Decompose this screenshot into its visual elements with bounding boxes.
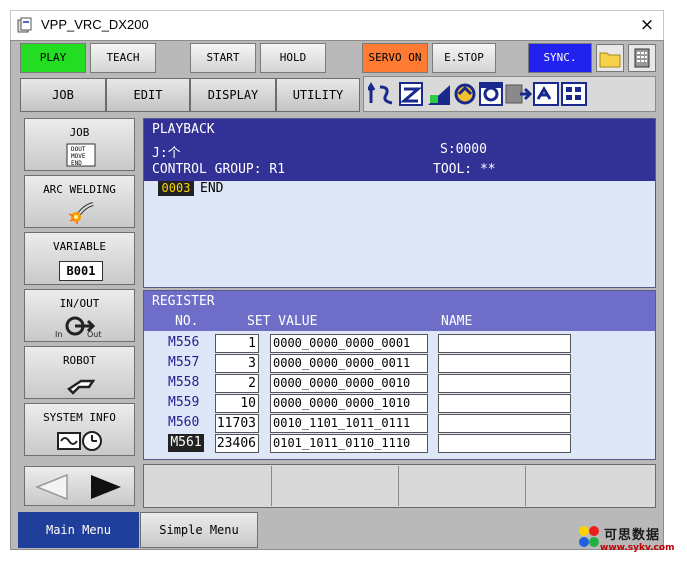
- status-cell: [272, 466, 399, 506]
- cycle-icon[interactable]: [452, 81, 478, 107]
- sidebar-item-label: JOB: [69, 126, 90, 139]
- register-value-field[interactable]: 0000_0000_0000_0010: [270, 374, 428, 393]
- register-set-field[interactable]: 10: [215, 394, 259, 413]
- sidebar-item-label: ARC WELDING: [43, 183, 116, 196]
- column-name: NAME: [441, 314, 473, 329]
- register-row-no[interactable]: M557: [168, 354, 212, 372]
- out-label: Out: [87, 330, 102, 339]
- register-name-field[interactable]: [438, 434, 571, 453]
- register-value-field[interactable]: 0000_0000_0000_0001: [270, 334, 428, 353]
- simple-menu-button[interactable]: Simple Menu: [140, 512, 258, 548]
- status-cell: [526, 466, 654, 506]
- register-value-field[interactable]: 0101_1011_0110_1110: [270, 434, 428, 453]
- app-icon: [17, 17, 32, 33]
- menu-display[interactable]: DISPLAY: [190, 78, 276, 112]
- register-name-field[interactable]: [438, 354, 571, 373]
- arrow-right-icon[interactable]: [87, 472, 127, 502]
- folder-icon[interactable]: [596, 44, 624, 72]
- step-mode-icon[interactable]: [532, 81, 560, 107]
- sidebar-item-label: IN/OUT: [59, 297, 100, 310]
- close-icon[interactable]: ×: [635, 14, 659, 36]
- sidebar-item-robot[interactable]: ROBOT: [24, 346, 135, 399]
- register-row-no-selected[interactable]: M561: [168, 434, 204, 452]
- hold-button[interactable]: HOLD: [260, 43, 326, 73]
- menu-edit[interactable]: EDIT: [106, 78, 190, 112]
- coordinate-icon[interactable]: [368, 81, 396, 107]
- register-value-field[interactable]: 0000_0000_0000_1010: [270, 394, 428, 413]
- sidebar-item-job[interactable]: JOB DOUT MOVE END: [24, 118, 135, 171]
- page-arrows: [24, 466, 135, 506]
- watermark-text: 可思数据: [604, 528, 661, 543]
- start-button[interactable]: START: [190, 43, 256, 73]
- register-set-field[interactable]: 1: [215, 334, 259, 353]
- sidebar-item-in-out[interactable]: IN/OUT In Out: [24, 289, 135, 342]
- register-set-field[interactable]: 11703: [215, 414, 259, 433]
- job-line-text: END: [200, 181, 224, 196]
- register-set-field[interactable]: 2: [215, 374, 259, 393]
- svg-text:MOVE: MOVE: [71, 153, 86, 160]
- register-value-field[interactable]: 0000_0000_0000_0011: [270, 354, 428, 373]
- in-label: In: [55, 330, 63, 339]
- status-cell: [399, 466, 526, 506]
- main-menu-button[interactable]: Main Menu: [18, 512, 139, 548]
- play-button[interactable]: PLAY: [20, 43, 86, 73]
- sidebar-item-label: SYSTEM INFO: [43, 411, 116, 424]
- status-icon-strip: [363, 76, 656, 112]
- e-stop-button[interactable]: E.STOP: [432, 43, 496, 73]
- variable-box-icon: B001: [59, 261, 103, 281]
- job-doc-icon: DOUT MOVE END: [66, 143, 96, 167]
- memory-icon[interactable]: [560, 81, 588, 107]
- register-row-no[interactable]: M556: [168, 334, 212, 352]
- sidebar-item-label: VARIABLE: [53, 240, 106, 253]
- watermark: 可思数据 www.sykv.com: [578, 524, 684, 558]
- job-name: J:个: [152, 146, 181, 161]
- play-mode-icon[interactable]: [504, 81, 532, 107]
- sidebar-item-label: ROBOT: [62, 354, 97, 367]
- register-name-field[interactable]: [438, 334, 571, 353]
- register-name-field[interactable]: [438, 394, 571, 413]
- control-group: CONTROL GROUP: R1: [152, 162, 286, 177]
- register-name-field[interactable]: [438, 374, 571, 393]
- welding-torch-icon: [68, 202, 94, 224]
- column-no: NO.: [175, 314, 199, 329]
- status-cell: [145, 466, 272, 506]
- watermark-logo-icon: [579, 526, 599, 547]
- register-row-no[interactable]: M559: [168, 394, 212, 412]
- register-title: REGISTER: [152, 294, 215, 309]
- register-row-no[interactable]: M558: [168, 374, 212, 392]
- column-set-value: SET VALUE: [247, 314, 318, 329]
- servo-status-icon[interactable]: [478, 81, 504, 107]
- sidebar-item-arc-welding[interactable]: ARC WELDING: [24, 175, 135, 228]
- line-number[interactable]: 0003: [158, 181, 194, 196]
- register-header: [144, 291, 655, 331]
- register-set-field[interactable]: 3: [215, 354, 259, 373]
- teach-button[interactable]: TEACH: [90, 43, 156, 73]
- keyboard-icon[interactable]: [628, 44, 656, 72]
- register-row-no[interactable]: M560: [168, 414, 212, 432]
- watermark-url: www.sykv.com: [600, 543, 675, 553]
- arrow-left-icon[interactable]: [31, 472, 71, 502]
- system-info-icon: [57, 431, 102, 451]
- window-titlebar: VPP_VRC_DX200 ×: [10, 10, 664, 40]
- register-value-field[interactable]: 0010_1101_1011_0111: [270, 414, 428, 433]
- servo-on-button[interactable]: SERVO ON: [362, 43, 428, 73]
- tool-number: TOOL: **: [433, 162, 496, 177]
- teach-lock-icon[interactable]: [398, 81, 424, 107]
- robot-arm-icon: [67, 379, 96, 395]
- sidebar-item-system-info[interactable]: SYSTEM INFO: [24, 403, 135, 456]
- sidebar-item-variable[interactable]: VARIABLE B001: [24, 232, 135, 285]
- menu-job[interactable]: JOB: [20, 78, 106, 112]
- register-name-field[interactable]: [438, 414, 571, 433]
- svg-text:DOUT: DOUT: [71, 146, 86, 153]
- register-set-field[interactable]: 23406: [215, 434, 259, 453]
- playback-title: PLAYBACK: [152, 122, 215, 137]
- step-number: S:0000: [440, 142, 487, 157]
- speed-level-icon[interactable]: [426, 81, 452, 107]
- menu-utility[interactable]: UTILITY: [276, 78, 360, 112]
- sync-button[interactable]: SYNC.: [528, 43, 592, 73]
- window-title: VPP_VRC_DX200: [41, 17, 149, 32]
- svg-text:END: END: [71, 160, 82, 167]
